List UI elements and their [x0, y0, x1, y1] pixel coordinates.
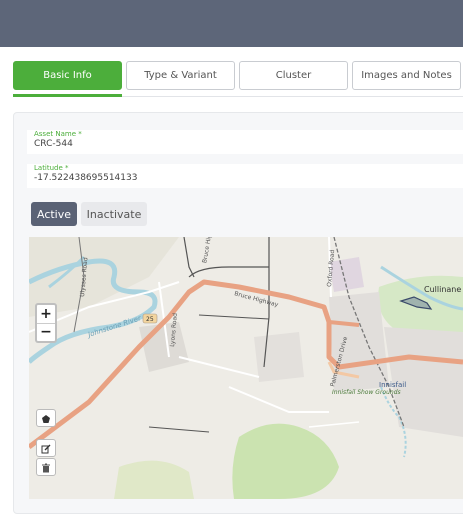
- zoom-control: + −: [35, 303, 57, 343]
- edit-layers-button[interactable]: [36, 439, 56, 457]
- map-label-show-grounds: Innisfail Show Grounds: [332, 389, 401, 396]
- active-button[interactable]: Active: [31, 202, 77, 226]
- map-label-cullinane: Cullinane: [424, 285, 461, 294]
- latitude-value[interactable]: -17.522438695514133: [34, 173, 137, 183]
- map-label-route: 25: [146, 316, 154, 323]
- map-label-innisfail: Innisfail: [379, 381, 406, 389]
- tab-images-notes[interactable]: Images and Notes: [352, 61, 461, 90]
- map-view[interactable]: Bruce Highway Bruce Highway Johnstone Ri…: [29, 237, 463, 499]
- tab-basic-info[interactable]: Basic Info: [13, 61, 122, 90]
- inactivate-button[interactable]: Inactivate: [81, 202, 147, 226]
- polygon-icon: [41, 409, 51, 428]
- draw-polygon-button[interactable]: [36, 409, 56, 427]
- tabs-divider: [122, 96, 463, 97]
- latitude-field[interactable]: Latitude * -17.522438695514133: [27, 164, 463, 188]
- edit-icon: [41, 439, 51, 458]
- asset-name-value[interactable]: CRC-544: [34, 139, 73, 149]
- tab-type-variant[interactable]: Type & Variant: [126, 61, 235, 90]
- top-nav-bar: [0, 0, 463, 47]
- asset-name-field[interactable]: Asset Name * CRC-544: [27, 130, 463, 154]
- zoom-separator: [37, 323, 55, 324]
- zoom-in-button[interactable]: +: [37, 305, 55, 323]
- active-tab-indicator: [13, 94, 122, 97]
- map-tiles: Bruce Highway Bruce Highway Johnstone Ri…: [29, 237, 463, 499]
- trash-icon: [41, 458, 51, 477]
- delete-layers-button[interactable]: [36, 458, 56, 476]
- tab-cluster[interactable]: Cluster: [239, 61, 348, 90]
- latitude-label: Latitude *: [34, 164, 69, 172]
- asset-name-label: Asset Name *: [34, 130, 82, 138]
- zoom-out-button[interactable]: −: [37, 323, 55, 341]
